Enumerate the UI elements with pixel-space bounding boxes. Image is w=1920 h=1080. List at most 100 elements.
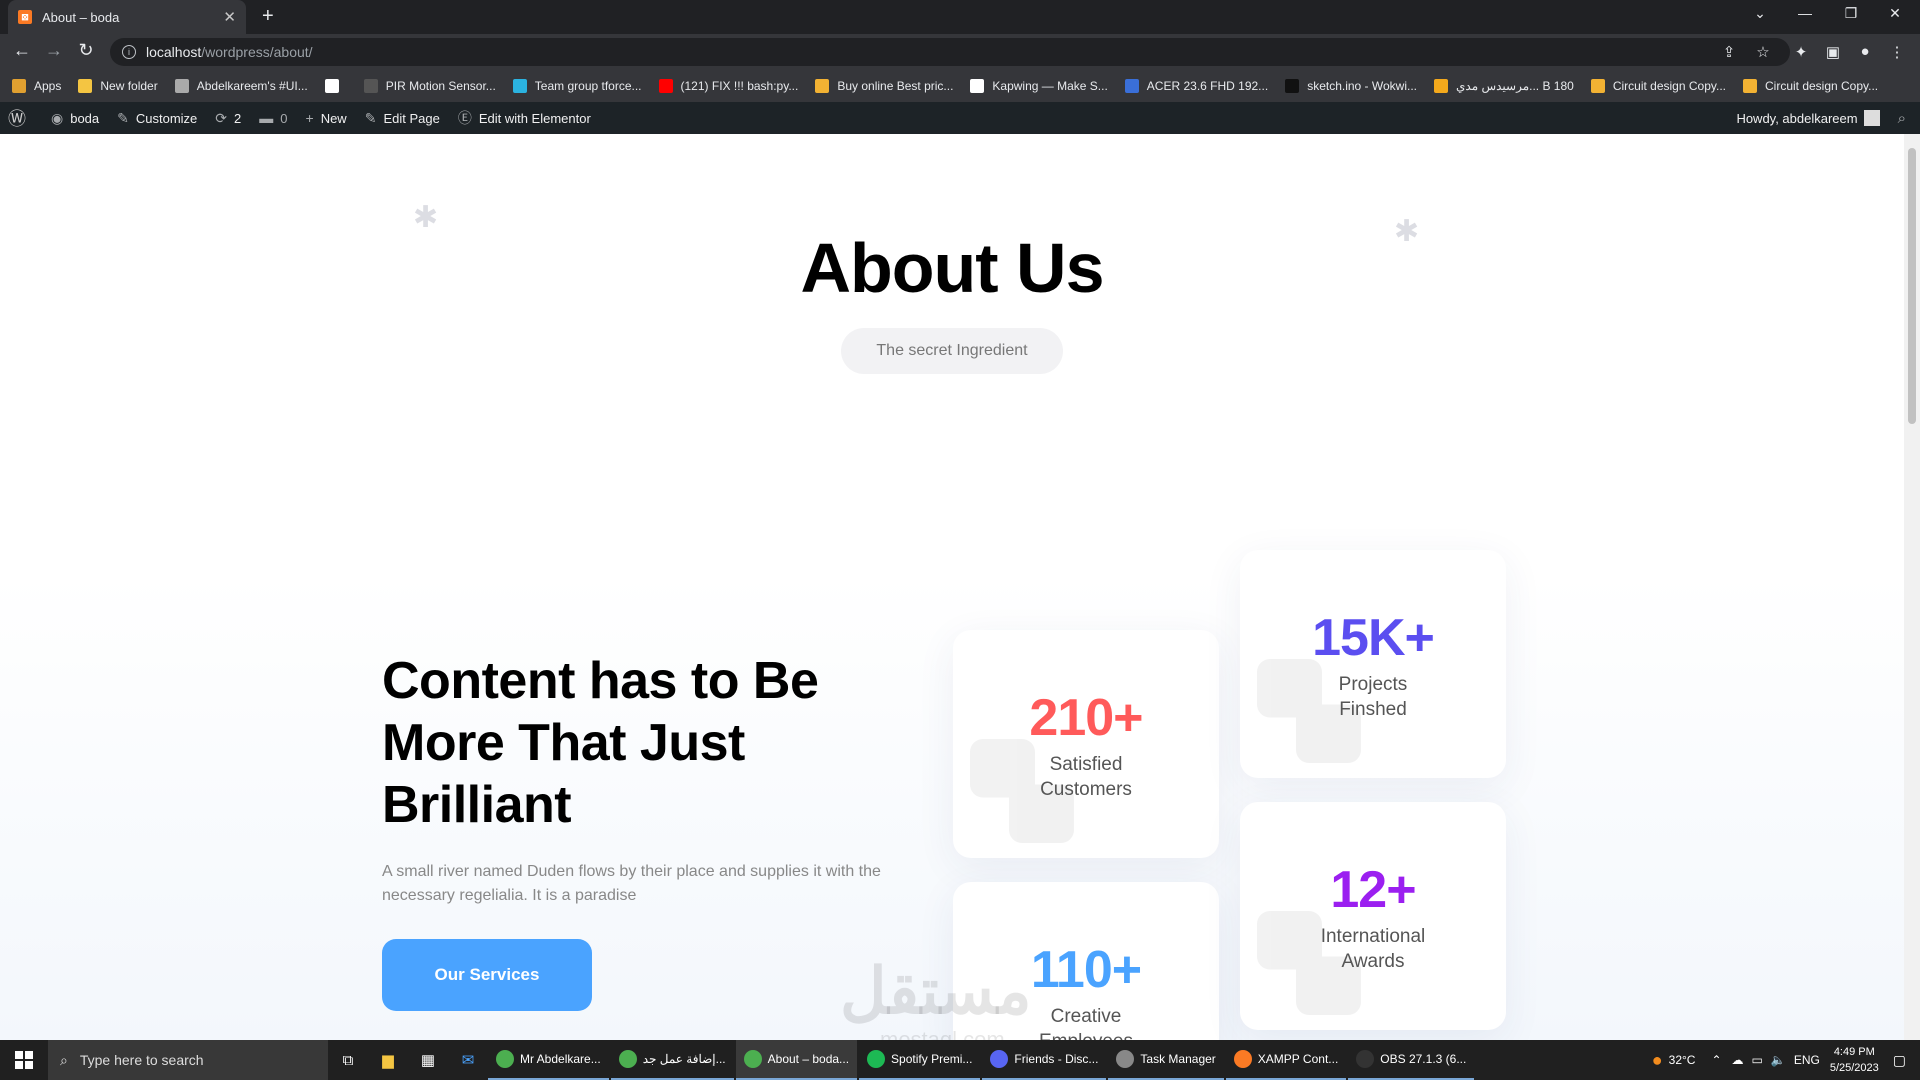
volume-icon[interactable]: 🔈 bbox=[1771, 1053, 1786, 1067]
bookmark-item[interactable]: Kapwing — Make S... bbox=[970, 79, 1108, 93]
tray-chevron-icon[interactable]: ⌃ bbox=[1711, 1053, 1721, 1067]
app-label: Spotify Premi... bbox=[891, 1052, 973, 1066]
file-explorer-icon[interactable]: ▆ bbox=[368, 1051, 408, 1069]
share-icon[interactable]: ⇪ bbox=[1718, 43, 1740, 61]
bookmark-item[interactable]: sketch.ino - Wokwi... bbox=[1285, 79, 1417, 93]
notifications-icon[interactable]: ▢ bbox=[1893, 1052, 1906, 1069]
taskbar-app[interactable]: Friends - Disc... bbox=[982, 1040, 1107, 1080]
taskbar-app[interactable]: Mr Abdelkare... bbox=[488, 1040, 609, 1080]
new-tab-icon[interactable]: + bbox=[262, 5, 274, 28]
bookmark-item[interactable]: (121) FIX !!! bash:py... bbox=[658, 79, 799, 93]
our-services-button[interactable]: Our Services bbox=[382, 939, 592, 1011]
taskbar-app[interactable]: Task Manager bbox=[1108, 1040, 1224, 1080]
menu-icon[interactable]: ⋮ bbox=[1886, 43, 1908, 61]
bookmark-label: sketch.ino - Wokwi... bbox=[1307, 79, 1417, 93]
howdy-user[interactable]: Howdy, abdelkareem bbox=[1736, 111, 1857, 126]
side-panel-icon[interactable]: ▣ bbox=[1822, 43, 1844, 61]
profile-avatar-icon[interactable]: ● bbox=[1854, 43, 1876, 60]
stat-card-customers: 210+ Satisfied Customers bbox=[953, 630, 1219, 858]
dashboard-icon: ◉ bbox=[51, 109, 64, 126]
bookmark-item[interactable]: Circuit design Copy... bbox=[1590, 79, 1726, 93]
page-scrollbar[interactable] bbox=[1904, 134, 1920, 1040]
tab-search-icon[interactable]: ⌄ bbox=[1745, 5, 1775, 22]
bookmark-item[interactable]: Buy online Best pric... bbox=[815, 79, 953, 93]
bookmark-star-icon[interactable]: ☆ bbox=[1752, 43, 1774, 61]
address-bar[interactable]: i localhost/wordpress/about/ bbox=[110, 38, 1790, 66]
wp-admin-bar: Ⓦ ◉ boda ✎ Customize ⟳ 2 ▬ 0 + New ✎ Edit Page… bbox=[0, 102, 1920, 134]
bookmark-label: Team group tforce... bbox=[534, 79, 642, 93]
scroll-thumb[interactable] bbox=[1908, 148, 1916, 424]
new-label: New bbox=[320, 110, 347, 126]
admin-edit-page-link[interactable]: ✎ Edit Page bbox=[365, 110, 440, 127]
bookmark-favicon-icon bbox=[1434, 79, 1448, 93]
browser-tab[interactable]: ⊠ About – boda ✕ bbox=[8, 0, 246, 34]
mail-icon[interactable]: ✉ bbox=[448, 1051, 488, 1069]
admin-new-link[interactable]: + New bbox=[306, 110, 347, 126]
stat-card-projects: 15K+ Projects Finshed bbox=[1240, 550, 1506, 778]
admin-search-icon[interactable]: ⌕ bbox=[1898, 110, 1906, 127]
bookmark-item[interactable]: PIR Motion Sensor... bbox=[363, 79, 496, 93]
pencil-icon: ✎ bbox=[364, 109, 377, 126]
app-label: Friends - Disc... bbox=[1014, 1052, 1099, 1066]
taskbar-app[interactable]: OBS 27.1.3 (6... bbox=[1348, 1040, 1475, 1080]
admin-updates-link[interactable]: ⟳ 2 bbox=[215, 110, 241, 127]
comments-count: 0 bbox=[280, 110, 288, 126]
bookmark-favicon-icon bbox=[78, 79, 93, 93]
admin-customize-link[interactable]: ✎ Customize bbox=[117, 110, 197, 127]
bookmark-label: New folder bbox=[100, 79, 158, 93]
bookmark-label: (121) FIX !!! bash:py... bbox=[680, 79, 799, 93]
wordpress-logo-icon[interactable]: Ⓦ bbox=[8, 105, 33, 131]
comment-icon: ▬ bbox=[259, 110, 274, 126]
forward-icon[interactable]: → bbox=[42, 40, 66, 61]
minimize-icon[interactable]: — bbox=[1790, 5, 1820, 21]
bookmark-label: مرسيدس مدي... B 180 bbox=[1456, 79, 1574, 93]
customize-label: Customize bbox=[135, 110, 198, 126]
bookmark-favicon-icon bbox=[658, 79, 673, 93]
back-icon[interactable]: ← bbox=[10, 40, 34, 61]
windows-taskbar: ⌕ Type here to search ⧉ ▆ ▦ ✉ Mr Abdelka… bbox=[0, 1040, 1920, 1080]
close-tab-icon[interactable]: ✕ bbox=[223, 8, 236, 26]
admin-comments-link[interactable]: ▬ 0 bbox=[259, 110, 287, 126]
bookmark-item[interactable]: Circuit design Copy... bbox=[1742, 79, 1878, 93]
clock[interactable]: 4:49 PM 5/25/2023 bbox=[1830, 1044, 1879, 1076]
updates-count: 2 bbox=[234, 110, 242, 126]
plus-icon: + bbox=[305, 110, 314, 126]
bookmark-favicon-icon bbox=[815, 79, 830, 93]
reload-icon[interactable]: ↻ bbox=[74, 40, 98, 61]
extensions-icon[interactable]: ✦ bbox=[1790, 43, 1812, 61]
bookmark-label: PIR Motion Sensor... bbox=[385, 79, 496, 93]
bookmark-item[interactable] bbox=[324, 79, 347, 93]
content-paragraph: A small river named Duden flows by their… bbox=[382, 863, 881, 904]
bookmark-item[interactable]: Abdelkareem's #UI... bbox=[174, 79, 308, 93]
taskbar-app[interactable]: XAMPP Cont... bbox=[1225, 1040, 1347, 1080]
taskbar-app[interactable]: إضافة عمل جد... bbox=[610, 1040, 734, 1080]
brush-icon: ✎ bbox=[117, 109, 129, 126]
bookmark-favicon-icon bbox=[1590, 79, 1605, 93]
app-icon bbox=[743, 1050, 762, 1068]
bookmark-label: Apps bbox=[34, 79, 62, 93]
bookmark-item[interactable]: Team group tforce... bbox=[512, 79, 642, 93]
network-icon[interactable]: ☁ bbox=[1732, 1053, 1744, 1067]
user-avatar[interactable] bbox=[1863, 110, 1880, 126]
restore-icon[interactable]: ❐ bbox=[1836, 5, 1866, 22]
search-icon: ⌕ bbox=[60, 1051, 68, 1068]
language-indicator[interactable]: ENG bbox=[1794, 1053, 1820, 1067]
bookmark-item[interactable]: New folder bbox=[78, 79, 158, 93]
windows-start-icon[interactable] bbox=[0, 1040, 48, 1080]
admin-site-link[interactable]: ◉ boda bbox=[51, 110, 99, 127]
clock-date: 5/25/2023 bbox=[1829, 1062, 1879, 1074]
close-window-icon[interactable]: ✕ bbox=[1880, 5, 1910, 22]
taskbar-app[interactable]: Spotify Premi... bbox=[859, 1040, 981, 1080]
bookmark-favicon-icon bbox=[512, 79, 527, 93]
bookmark-item[interactable]: ACER 23.6 FHD 192... bbox=[1124, 79, 1268, 93]
display-icon[interactable]: ▭ bbox=[1752, 1053, 1763, 1067]
task-view-icon[interactable]: ⧉ bbox=[328, 1052, 368, 1069]
admin-elementor-link[interactable]: Ⓔ Edit with Elementor bbox=[458, 108, 591, 128]
taskbar-search-input[interactable]: ⌕ Type here to search bbox=[48, 1040, 328, 1080]
bookmark-label: Kapwing — Make S... bbox=[992, 79, 1108, 93]
bookmark-item[interactable]: مرسيدس مدي... B 180 bbox=[1434, 79, 1574, 93]
store-icon[interactable]: ▦ bbox=[408, 1051, 448, 1069]
info-icon[interactable]: i bbox=[122, 45, 136, 59]
bookmark-item[interactable]: Apps bbox=[12, 79, 61, 93]
taskbar-app[interactable]: About – boda... bbox=[735, 1040, 858, 1080]
